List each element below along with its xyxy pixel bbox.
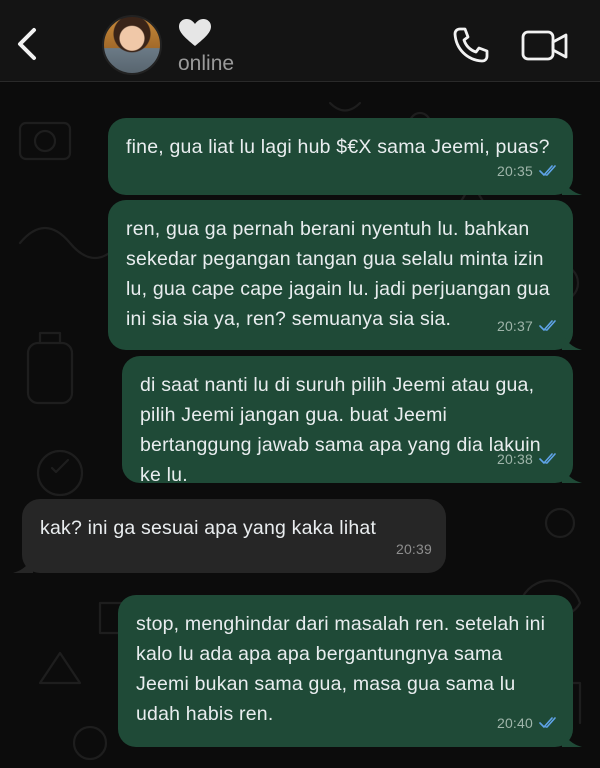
message-time: 20:37 (496, 318, 533, 334)
message-list[interactable]: fine, gua liat lu lagi hub $€X sama Jeem… (0, 83, 600, 768)
read-receipt-icon (539, 453, 556, 464)
incoming-message[interactable]: kak? ini ga sesuai apa yang kaka lihat 20… (13, 499, 446, 573)
video-camera-icon (521, 30, 568, 61)
bubble-tail (13, 555, 33, 573)
message-text: di saat nanti lu di suruh pilih Jeemi at… (140, 374, 541, 486)
bubble-tail (562, 332, 582, 350)
message-time: 20:38 (496, 451, 533, 467)
message-meta: 20:37 (497, 311, 559, 341)
chevron-left-icon (18, 28, 36, 60)
contact-avatar[interactable] (102, 15, 162, 75)
video-call-button[interactable] (520, 28, 570, 64)
heart-icon (179, 19, 211, 46)
message-text: fine, gua liat lu lagi hub $€X sama Jeem… (126, 136, 550, 158)
message-time: 20:35 (496, 163, 533, 179)
message-text: stop, menghindar dari masalah ren. setel… (136, 613, 546, 725)
outgoing-message[interactable]: stop, menghindar dari masalah ren. setel… (118, 595, 582, 747)
message-time: 20:40 (496, 715, 533, 731)
message-time: 20:39 (395, 541, 432, 557)
read-receipt-icon (539, 717, 556, 728)
bubble-tail (562, 177, 582, 195)
chat-header: online (0, 0, 600, 82)
message-meta: 20:40 (497, 708, 559, 738)
message-text: ren, gua ga pernah berani nyentuh lu. ba… (126, 218, 550, 330)
message-meta: 20:35 (497, 156, 559, 186)
outgoing-message[interactable]: di saat nanti lu di suruh pilih Jeemi at… (122, 356, 582, 486)
outgoing-message[interactable]: ren, gua ga pernah berani nyentuh lu. ba… (108, 200, 582, 350)
bubble-tail (562, 729, 582, 747)
voice-call-button[interactable] (448, 24, 492, 68)
read-receipt-icon (539, 165, 556, 176)
back-button[interactable] (10, 20, 46, 68)
bubble-tail (562, 465, 582, 483)
contact-name[interactable] (178, 18, 212, 48)
message-meta: 20:38 (497, 444, 559, 474)
phone-icon (453, 27, 489, 63)
read-receipt-icon (539, 320, 556, 331)
outgoing-message[interactable]: fine, gua liat lu lagi hub $€X sama Jeem… (108, 118, 582, 195)
message-text: kak? ini ga sesuai apa yang kaka lihat (40, 517, 377, 539)
contact-status: online (178, 52, 235, 75)
message-meta: 20:39 (396, 534, 432, 564)
